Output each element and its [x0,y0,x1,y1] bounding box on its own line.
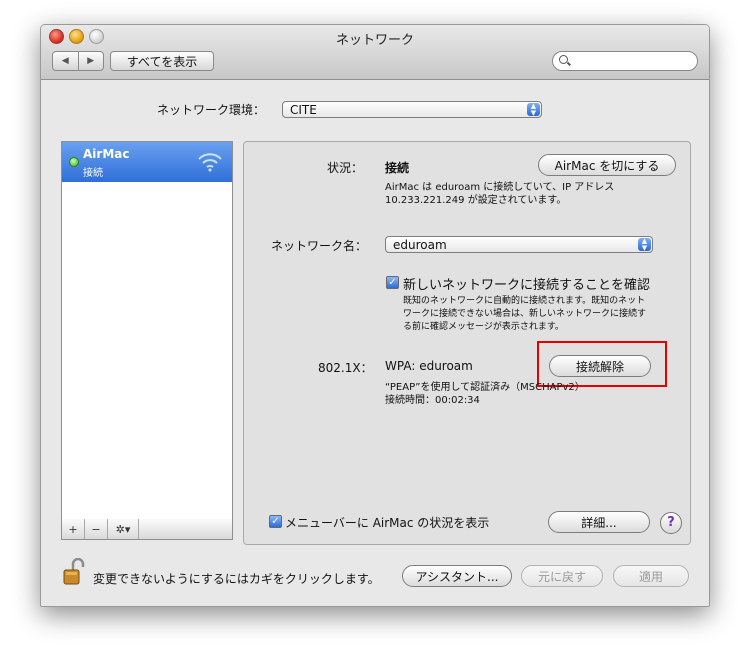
location-label: ネットワーク環境： [157,103,266,117]
location-value: CITE [290,103,317,117]
status-description-line2: 10.233.221.249 が設定されています。 [385,195,567,206]
status-value: 接続 [385,161,410,175]
service-list-toolbar: + − ✲▾ [61,519,233,540]
remove-service-button[interactable]: − [85,519,108,539]
ask-join-label: 新しいネットワークに接続することを確認 [403,278,651,293]
dot1x-value: WPA: eduroam [385,359,473,373]
status-description-line1: AirMac は eduroam に接続していて、IP アドレス [385,182,615,193]
ask-join-description-line2: ワークに接続できない場合は、新しいネットワークに接続す [403,309,647,319]
assistant-button[interactable]: アシスタント... [402,565,512,587]
location-popup[interactable]: CITE ▲ ▼ [282,101,542,118]
help-icon[interactable]: ? [660,512,682,534]
status-dot-icon [69,157,79,167]
dot1x-label: 802.1X： [318,361,373,375]
window-title: ネットワーク [335,33,414,48]
network-name-popup[interactable]: eduroam ▲ ▼ [385,236,653,253]
network-preferences-window: ネットワーク ◀ ▶ すべてを表示 ネットワーク環境： CITE ▲ ▼ AirM… [40,24,710,607]
status-label: 状況： [327,161,364,175]
title-bar: ネットワーク ◀ ▶ すべてを表示 [41,25,709,80]
forward-arrow-icon[interactable]: ▶ [79,52,104,70]
ask-join-checkbox[interactable]: ✓ [386,276,399,289]
apply-button[interactable]: 適用 [613,565,689,587]
popup-arrows-icon: ▲ ▼ [638,238,651,251]
lock-hint-text: 変更できないようにするにはカギをクリックします。 [93,572,380,586]
connection-time: 接続時間：00:02:34 [385,395,480,406]
back-arrow-icon[interactable]: ◀ [53,52,79,70]
back-forward-control[interactable]: ◀ ▶ [52,51,104,71]
service-list[interactable]: AirMac 接続 [61,141,233,521]
revert-button[interactable]: 元に戻す [521,565,603,587]
service-name: AirMac [83,147,130,161]
lock-icon[interactable] [63,558,85,586]
search-icon [559,55,568,64]
network-name-value: eduroam [393,238,447,252]
popup-arrows-icon: ▲ ▼ [527,103,540,116]
wifi-icon [198,153,222,172]
auth-description: “PEAP”を使用して認証済み（MSCHAPv2） [385,382,585,393]
service-item-airmac[interactable]: AirMac 接続 [62,142,232,182]
network-name-label: ネットワーク名： [271,239,368,253]
service-status: 接続 [83,168,103,179]
show-in-menubar-label: メニューバーに AirMac の状況を表示 [285,516,490,530]
show-in-menubar-checkbox[interactable]: ✓ [269,515,282,528]
gear-menu-button[interactable]: ✲▾ [108,519,139,539]
turn-off-airmac-button[interactable]: AirMac を切にする [538,154,676,176]
ask-join-description-line3: る前に確認メッセージが表示されます。 [403,322,564,332]
show-all-button[interactable]: すべてを表示 [110,51,214,71]
advanced-button[interactable]: 詳細... [548,511,650,533]
search-field[interactable] [552,51,698,71]
add-service-button[interactable]: + [62,519,85,539]
ask-join-description-line1: 既知のネットワークに自動的に接続されます。既知のネット [403,296,646,306]
